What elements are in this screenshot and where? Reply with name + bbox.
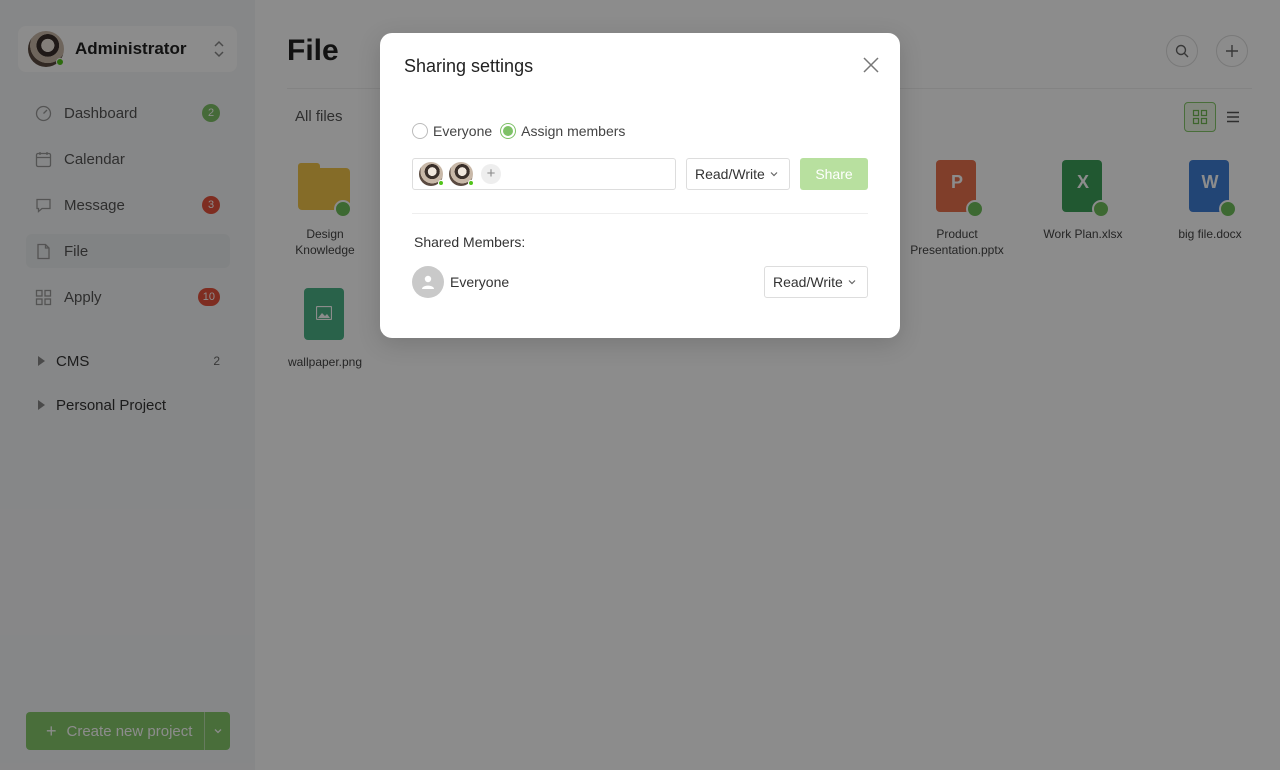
close-icon[interactable]	[860, 54, 882, 76]
permission-value: Read/Write	[695, 166, 765, 182]
radio-everyone[interactable]	[412, 123, 428, 139]
radio-assign-members[interactable]	[500, 123, 517, 139]
sharing-settings-dialog: Sharing settings Everyone Assign members…	[380, 33, 900, 338]
radio-label-assign-members[interactable]: Assign members	[521, 123, 625, 139]
chevron-down-icon	[770, 172, 778, 177]
permission-value: Read/Write	[773, 274, 843, 290]
add-member-icon[interactable]: +	[481, 164, 501, 184]
member-picker[interactable]: +	[412, 158, 676, 190]
chevron-down-icon	[848, 280, 856, 285]
member-avatar[interactable]	[419, 162, 444, 186]
permission-select[interactable]: Read/Write	[686, 158, 790, 190]
member-permission-select[interactable]: Read/Write	[764, 266, 868, 298]
member-avatar[interactable]	[449, 162, 474, 186]
shared-member-row: Everyone Read/Write	[412, 266, 868, 298]
shared-members-label: Shared Members:	[414, 234, 526, 250]
share-scope-options: Everyone Assign members	[412, 123, 633, 139]
shared-member-name: Everyone	[450, 274, 510, 290]
share-button[interactable]: Share	[800, 158, 868, 190]
radio-label-everyone[interactable]: Everyone	[433, 123, 492, 139]
dialog-divider	[412, 213, 868, 214]
dialog-title: Sharing settings	[404, 56, 534, 76]
user-icon	[412, 266, 444, 298]
